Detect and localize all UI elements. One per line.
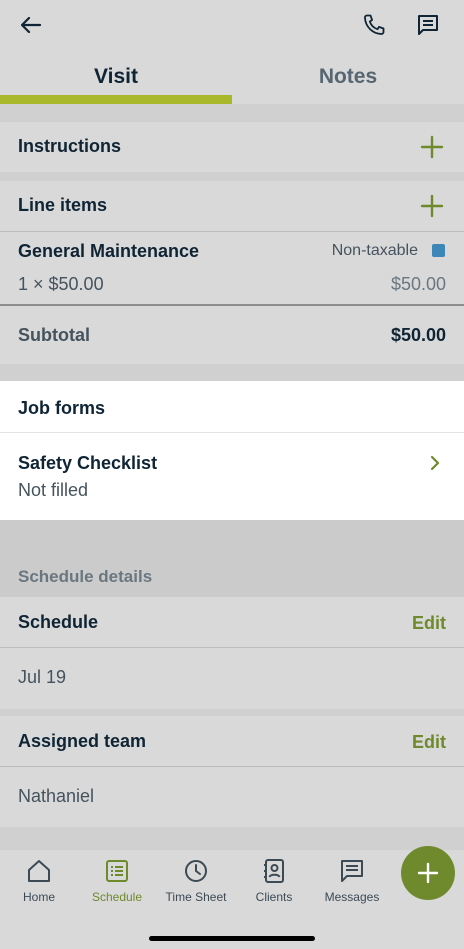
line-item-quantity-price: 1 × $50.00 [18,274,104,294]
tax-badge [432,244,445,257]
nav-schedule-label: Schedule [91,890,143,904]
schedule-date: Jul 19 [18,667,67,687]
nav-messages-label: Messages [324,890,380,904]
call-button[interactable] [356,8,392,42]
messages-icon [341,860,363,882]
line-items-section: Line items General Maintenance Non-taxab… [0,181,464,364]
clock-icon [185,860,207,882]
tab-bar: Visit Notes [0,50,464,104]
message-button[interactable] [410,8,446,42]
nav-clients[interactable]: Clients [235,858,313,904]
divider [0,304,464,306]
nav-clients-label: Clients [255,890,293,904]
chevron-right-icon [430,455,440,471]
team-member: Nathaniel [18,786,95,806]
arrow-left-icon [21,17,41,33]
bottom-navigation: Home Schedule Time Sheet Clients Message… [0,850,464,949]
line-item-name: General Maintenance [18,241,200,261]
nav-time-sheet[interactable]: Time Sheet [157,858,235,904]
divider [0,432,464,433]
divider [0,231,464,232]
schedule-icon [106,860,128,882]
schedule-details-header: Schedule details [0,520,464,597]
nav-home[interactable]: Home [0,858,78,904]
edit-schedule-button[interactable]: Edit [412,613,446,634]
divider [0,647,464,648]
subtotal-label: Subtotal [18,325,90,345]
nav-home-label: Home [22,890,55,904]
add-line-item-button[interactable] [420,194,444,218]
line-items-label: Line items [18,195,108,215]
divider [0,766,464,767]
home-icon [28,860,50,882]
active-tab-indicator [0,95,232,104]
plus-icon [417,862,439,884]
schedule-label: Schedule [18,612,99,632]
nav-time-sheet-label: Time Sheet [165,890,227,904]
back-button[interactable] [14,8,48,42]
line-item-total: $50.00 [390,274,446,294]
plus-icon [420,194,444,218]
phone-icon [364,14,385,35]
top-bar [0,0,464,50]
create-button[interactable] [401,846,455,900]
edit-team-button[interactable]: Edit [412,732,446,753]
chat-icon [418,15,438,35]
add-instruction-button[interactable] [420,135,444,159]
assigned-team-section: Assigned team Edit Nathaniel [0,716,464,827]
schedule-section: Schedule Edit Jul 19 [0,597,464,709]
instructions-label: Instructions [18,136,122,156]
contacts-icon [264,859,284,883]
job-forms-section: Job forms Safety Checklist Not filled [0,381,464,520]
instructions-section: Instructions [0,122,464,172]
nav-messages[interactable]: Messages [313,858,391,904]
nav-schedule[interactable]: Schedule [78,858,156,904]
assigned-team-label: Assigned team [18,731,147,751]
form-status: Not filled [18,480,89,500]
job-forms-label: Job forms [18,398,106,418]
tab-notes[interactable]: Notes [232,50,464,104]
tax-status: Non-taxable [331,242,418,259]
schedule-details-title: Schedule details [18,567,153,586]
form-name: Safety Checklist [18,453,158,473]
home-indicator [149,936,315,941]
plus-icon [420,135,444,159]
subtotal-value: $50.00 [390,325,446,345]
